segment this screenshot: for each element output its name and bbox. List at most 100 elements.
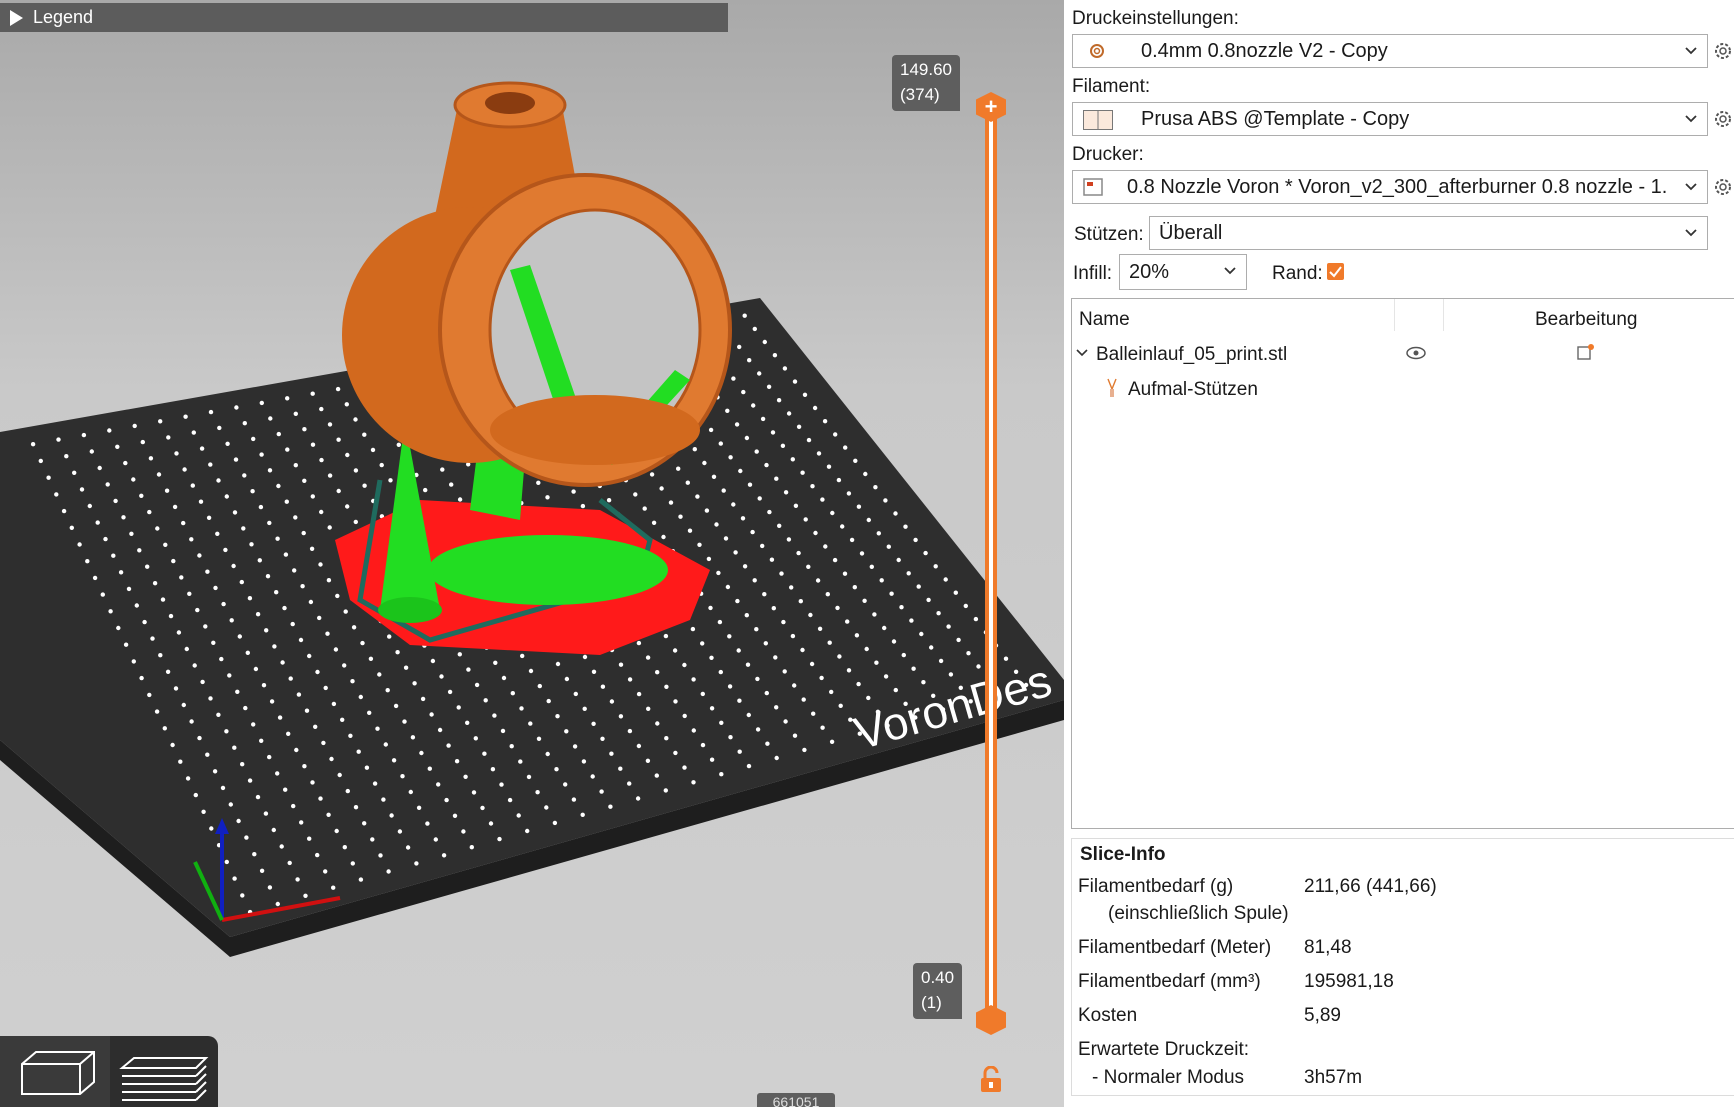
bed-dot — [773, 655, 778, 660]
bed-dot — [899, 605, 904, 610]
layers-view-icon[interactable] — [110, 1036, 218, 1107]
edit-object-icon[interactable] — [1577, 343, 1595, 361]
sub-item-name[interactable]: Aufmal-Stützen — [1128, 379, 1258, 401]
bed-dot — [200, 679, 205, 685]
collapse-chevron-icon[interactable] — [1076, 348, 1088, 358]
bed-dot — [719, 720, 724, 725]
bed-dot — [54, 492, 59, 497]
eye-icon[interactable] — [1406, 346, 1426, 360]
bed-dot — [183, 414, 188, 419]
bed-dot — [302, 764, 307, 769]
bed-dot — [358, 694, 363, 700]
3d-viewport[interactable]: VoronDes Legend 149.60 (374) 0.40 (1) + … — [0, 0, 1064, 1107]
bed-dot — [518, 759, 523, 764]
view-mode-toolbar — [0, 1036, 218, 1107]
object-list[interactable] — [1071, 298, 1734, 829]
column-header-edit[interactable]: Bearbeitung — [1535, 309, 1637, 331]
lock-icon[interactable] — [978, 1066, 1004, 1094]
bed-dot — [30, 442, 36, 447]
bed-dot — [343, 609, 348, 614]
bed-dot — [744, 435, 750, 441]
bed-dot — [676, 466, 681, 471]
bed-dot — [208, 462, 213, 467]
bed-dot — [856, 681, 861, 687]
printer-combo[interactable]: 0.8 Nozzle Voron * Voron_v2_300_afterbur… — [1072, 170, 1708, 204]
bottom-layer-number: (1) — [921, 993, 942, 1012]
bed-dot — [820, 497, 825, 502]
bed-dot — [801, 697, 806, 702]
print-settings-combo[interactable]: 0.4mm 0.8nozzle V2 - Copy — [1072, 34, 1708, 68]
supports-combo[interactable]: Überall — [1149, 216, 1708, 250]
bed-dot — [268, 416, 273, 421]
print-settings-gear-icon[interactable] — [1713, 41, 1733, 61]
bed-dot — [121, 515, 126, 520]
preview-scene[interactable]: VoronDes — [0, 0, 1064, 1107]
bed-dot — [163, 542, 168, 547]
bed-dot — [123, 642, 129, 647]
bed-dot — [358, 877, 364, 882]
bed-dot — [500, 728, 506, 734]
bed-dot — [147, 509, 152, 515]
bed-dot — [469, 845, 474, 850]
bed-dot — [771, 606, 776, 611]
bed-dot — [174, 451, 179, 456]
bed-dot — [232, 510, 238, 515]
bed-dot — [825, 592, 830, 597]
filament-color-icon — [1083, 110, 1113, 130]
bed-dot — [833, 432, 838, 437]
bed-dot — [728, 735, 733, 740]
bed-dot — [356, 749, 361, 754]
bed-dot — [810, 484, 815, 489]
3d-view-button[interactable] — [0, 1036, 110, 1107]
slice-info-value: 5,89 — [1304, 1005, 1341, 1026]
bed-dot — [490, 767, 496, 772]
bed-dot — [856, 504, 862, 509]
bed-dot — [309, 546, 315, 551]
bed-dot — [737, 749, 742, 754]
bed-dot — [227, 673, 232, 678]
bed-dot — [302, 478, 307, 483]
bed-dot — [181, 702, 186, 708]
bed-dot — [682, 713, 687, 719]
bed-dot — [386, 869, 391, 874]
bed-dot — [300, 584, 305, 589]
bed-dot — [327, 473, 333, 478]
object-item-name[interactable]: Balleinlauf_05_print.stl — [1096, 344, 1287, 366]
bed-dot — [816, 451, 822, 456]
bed-dot — [223, 547, 228, 553]
bottom-layer-tooltip: 0.40 (1) — [913, 963, 963, 1019]
bed-dot — [145, 564, 150, 569]
bed-dot — [953, 590, 958, 595]
layer-slider-track[interactable] — [985, 108, 997, 1020]
printer-gear-icon[interactable] — [1713, 177, 1733, 197]
bed-dot — [61, 508, 67, 514]
bed-dot — [765, 741, 770, 746]
bed-dot — [291, 803, 296, 809]
bed-dot — [582, 654, 588, 660]
bed-dot — [165, 669, 171, 674]
filament-combo[interactable]: Prusa ABS @Template - Copy — [1072, 102, 1708, 136]
bed-dot — [536, 480, 541, 485]
bed-dot — [806, 437, 812, 443]
column-header-name[interactable]: Name — [1079, 309, 1130, 331]
bed-dot — [118, 570, 124, 575]
bed-dot — [636, 640, 642, 646]
bed-dot — [335, 386, 341, 392]
brim-checkbox[interactable] — [1327, 263, 1344, 280]
bed-dot — [176, 630, 182, 635]
bed-dot — [389, 813, 394, 818]
bed-dot — [772, 353, 778, 358]
bed-dot — [353, 519, 358, 525]
bed-dot — [258, 504, 264, 510]
bed-dot — [746, 763, 752, 769]
bed-dot — [746, 712, 751, 718]
filament-gear-icon[interactable] — [1713, 109, 1733, 129]
bed-dot — [873, 485, 878, 490]
infill-combo[interactable]: 20% — [1119, 254, 1247, 290]
bed-dot — [692, 447, 697, 452]
legend-toggle[interactable]: Legend — [0, 3, 728, 32]
bed-dot — [213, 585, 218, 591]
bed-dot — [507, 797, 513, 803]
slice-info-value: 211,66 (441,66) — [1304, 876, 1437, 897]
bed-dot — [708, 427, 714, 433]
